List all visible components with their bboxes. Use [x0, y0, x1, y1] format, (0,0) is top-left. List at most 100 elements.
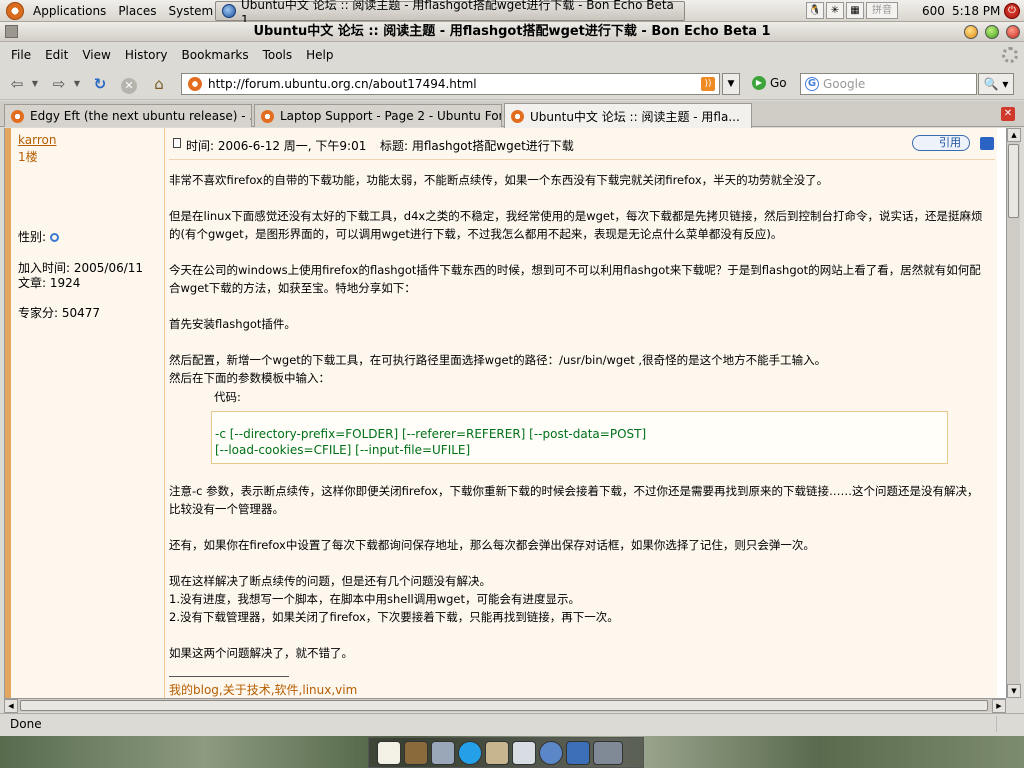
- edit-post-icon[interactable]: [980, 137, 994, 150]
- post-paragraph: 1.没有进度，我想写一个脚本，在脚本中用shell调用wget，可能会有进度显示…: [169, 592, 581, 606]
- reload-button[interactable]: ↻: [89, 74, 111, 94]
- code-block[interactable]: -c [--directory-prefix=FOLDER] [--refere…: [211, 411, 948, 464]
- file-manager-icon[interactable]: [404, 740, 428, 765]
- keyboard-icon[interactable]: ▦: [846, 2, 864, 19]
- google-icon[interactable]: G: [805, 77, 819, 91]
- post-paragraph: 首先安装flashgot插件。: [169, 317, 296, 331]
- minimize-button[interactable]: [964, 25, 978, 39]
- post-paragraph: 然后在下面的参数模板中输入：: [169, 371, 330, 385]
- places-menu[interactable]: Places: [112, 0, 162, 22]
- system-menu[interactable]: System: [162, 0, 219, 22]
- window-title: Ubuntu中文 论坛 :: 阅读主题 - 用flashgot搭配wget进行下…: [253, 24, 771, 39]
- stop-button[interactable]: ✕: [118, 74, 140, 94]
- system-tray: 🐧 ✳ ▦ 拼音: [806, 2, 898, 19]
- tab-label: Laptop Support - Page 2 - Ubuntu For...: [280, 109, 501, 123]
- post-paragraph: 现在这样解决了断点续传的问题，但是还有几个问题没有解决。: [169, 574, 491, 588]
- post-paragraph: 然后配置，新增一个wget的下载工具，在可执行路径里面选择wget的路径：/us…: [169, 353, 827, 367]
- post-document-icon: [173, 138, 181, 148]
- signature-divider: [169, 676, 289, 677]
- scroll-down-arrow-icon[interactable]: ▼: [1007, 684, 1021, 698]
- scroll-up-arrow-icon[interactable]: ▲: [1007, 128, 1021, 142]
- forward-history-dropdown[interactable]: ▼: [71, 74, 83, 94]
- settings-icon[interactable]: ✳: [826, 2, 844, 19]
- close-tab-icon[interactable]: ✕: [1001, 107, 1015, 121]
- tab-favicon-icon: [11, 109, 24, 123]
- ime-indicator[interactable]: 拼音: [866, 2, 898, 19]
- back-button[interactable]: ⇦: [6, 74, 28, 94]
- male-icon: [50, 233, 60, 242]
- cpu-frequency: 600: [922, 4, 945, 18]
- workspace-switcher-icon[interactable]: [593, 740, 623, 765]
- document-icon[interactable]: [512, 740, 536, 765]
- code-line: [--load-cookies=CFILE] [--input-file=UFI…: [215, 443, 471, 457]
- post-body: 时间: 2006-6-12 周一, 下午9:01 标题: 用flashgot搭配…: [169, 128, 995, 698]
- horizontal-scrollbar[interactable]: ◀ ▶: [4, 698, 1006, 713]
- menu-history[interactable]: History: [118, 48, 175, 62]
- poster-gender: 性别:: [18, 228, 60, 245]
- dock: [368, 737, 644, 768]
- menu-view[interactable]: View: [75, 48, 117, 62]
- scroll-left-arrow-icon[interactable]: ◀: [4, 699, 18, 713]
- skype-icon[interactable]: [458, 740, 482, 765]
- scroll-right-arrow-icon[interactable]: ▶: [992, 699, 1006, 713]
- vertical-scrollbar[interactable]: ▲ ▼: [1006, 128, 1021, 698]
- penguin-icon[interactable]: 🐧: [806, 2, 824, 19]
- post-paragraph: 今天在公司的windows上使用firefox的flashgot插件下载东西的时…: [169, 263, 981, 295]
- window-titlebar[interactable]: Ubuntu中文 论坛 :: 阅读主题 - 用flashgot搭配wget进行下…: [0, 22, 1024, 42]
- menubar: File Edit View History Bookmarks Tools H…: [0, 43, 1024, 67]
- people-icon[interactable]: [431, 740, 455, 765]
- menu-file[interactable]: File: [4, 48, 38, 62]
- resize-grip-icon[interactable]: [996, 716, 1012, 732]
- back-history-dropdown[interactable]: ▼: [29, 74, 41, 94]
- go-button[interactable]: ▶ Go: [752, 76, 787, 90]
- text-editor-icon[interactable]: [377, 740, 401, 765]
- tab-ubuntu-forum[interactable]: Ubuntu中文 论坛 :: 阅读主题 - 用fla... ✕: [504, 103, 752, 128]
- menu-bookmarks[interactable]: Bookmarks: [175, 48, 256, 62]
- home-button[interactable]: ⌂: [148, 74, 170, 94]
- tab-edgy-eft[interactable]: Edgy Eft (the next ubuntu release) - ...: [4, 104, 252, 127]
- package-icon[interactable]: [485, 740, 509, 765]
- throbber-icon: [1002, 47, 1018, 63]
- post-paragraph: 非常不喜欢firefox的自带的下载功能，功能太弱，不能断点续传，如果一个东西没…: [169, 173, 829, 187]
- vertical-scroll-thumb[interactable]: [1008, 144, 1019, 218]
- url-text: http://forum.ubuntu.org.cn/about17494.ht…: [208, 77, 477, 91]
- search-input[interactable]: G Google: [800, 73, 977, 95]
- rss-feed-icon[interactable]: )): [701, 77, 715, 91]
- window-menu-icon[interactable]: [5, 25, 18, 38]
- poster-score: 专家分: 50477: [18, 306, 101, 320]
- clock[interactable]: 5:18 PM: [952, 0, 1000, 22]
- firefox-globe-icon: [222, 4, 236, 18]
- maximize-button[interactable]: [985, 25, 999, 39]
- terminal-icon[interactable]: [566, 740, 590, 765]
- url-history-dropdown[interactable]: ▼: [722, 73, 740, 95]
- url-bar[interactable]: http://forum.ubuntu.org.cn/about17494.ht…: [181, 73, 720, 95]
- post-paragraph: 如果这两个问题解决了，就不错了。: [169, 646, 353, 660]
- horizontal-scroll-thumb[interactable]: [20, 700, 988, 711]
- post-paragraph: 还有，如果你在firefox中设置了每次下载都询问保存地址，那么每次都会弹出保存…: [169, 538, 815, 552]
- poster-username[interactable]: karron: [18, 133, 56, 147]
- go-label: Go: [770, 76, 787, 90]
- browser-icon[interactable]: [539, 740, 563, 765]
- quote-button[interactable]: 引用: [912, 135, 970, 151]
- menu-help[interactable]: Help: [299, 48, 340, 62]
- menu-tools[interactable]: Tools: [256, 48, 300, 62]
- search-button[interactable]: 🔍 ▾: [978, 73, 1014, 95]
- forum-post: karron 1楼 性别: 加入时间: 2005/06/11 文章: 1924 …: [5, 128, 997, 698]
- applications-menu[interactable]: Applications: [27, 0, 112, 22]
- forward-button[interactable]: ⇨: [48, 74, 70, 94]
- post-header: 时间: 2006-6-12 周一, 下午9:01 标题: 用flashgot搭配…: [169, 134, 995, 160]
- menu-edit[interactable]: Edit: [38, 48, 75, 62]
- navigation-toolbar: ⇦ ▼ ⇨ ▼ ↻ ✕ ⌂ http://forum.ubuntu.org.cn…: [0, 68, 1024, 100]
- tab-label: Ubuntu中文 论坛 :: 阅读主题 - 用fla...: [530, 109, 740, 124]
- stop-icon: ✕: [121, 78, 137, 94]
- tab-laptop-support[interactable]: Laptop Support - Page 2 - Ubuntu For...: [254, 104, 502, 127]
- close-window-button[interactable]: [1006, 25, 1020, 39]
- post-paragraph: 注意-c 参数，表示断点续传，这样你即便关闭firefox，下载你重新下载的时候…: [169, 484, 979, 516]
- top-panel: Applications Places System Ubuntu中文 论坛 :…: [0, 0, 1024, 27]
- signature-link[interactable]: 我的blog,关于技术,软件,linux,vim: [169, 681, 357, 698]
- ubuntu-logo-icon[interactable]: [6, 1, 24, 20]
- taskbar-window-button[interactable]: Ubuntu中文 论坛 :: 阅读主题 - 用flashgot搭配wget进行下…: [215, 0, 685, 27]
- tab-bar: Edgy Eft (the next ubuntu release) - ...…: [0, 101, 1024, 128]
- code-line: -c [--directory-prefix=FOLDER] [--refere…: [215, 427, 647, 441]
- power-icon[interactable]: ⏻: [1004, 3, 1020, 19]
